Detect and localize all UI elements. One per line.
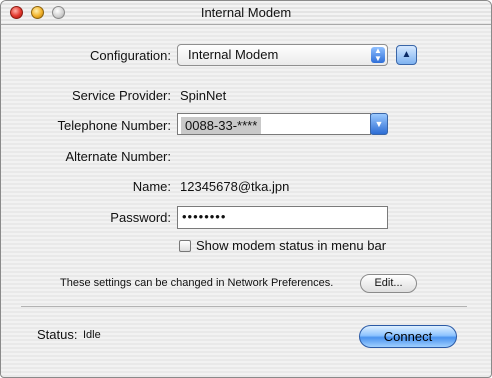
edit-button[interactable]: Edit... — [360, 274, 417, 293]
configuration-popup[interactable]: Internal Modem ▲ ▼ — [177, 44, 388, 66]
configuration-value: Internal Modem — [188, 47, 279, 62]
alternate-number-label: Alternate Number: — [65, 149, 172, 164]
disclosure-button[interactable]: ▲ — [396, 45, 417, 65]
window-title: Internal Modem — [200, 5, 292, 20]
show-status-label[interactable]: Show modem status in menu bar — [196, 238, 386, 253]
password-value: •••••••• — [182, 209, 227, 224]
connect-button[interactable]: Connect — [359, 325, 457, 348]
password-field[interactable]: •••••••• — [177, 206, 388, 229]
telephone-combo-button[interactable]: ▼ — [370, 113, 388, 135]
password-label: Password: — [110, 210, 171, 225]
triangle-up-icon: ▲ — [401, 49, 412, 60]
service-provider-label: Service Provider: — [72, 88, 171, 103]
service-provider-value: SpinNet — [180, 88, 227, 103]
status-value: Idle — [83, 329, 101, 341]
title-bar: Internal Modem — [1, 1, 491, 25]
status-label: Status: — [37, 327, 78, 342]
preferences-note: These settings can be changed in Network… — [60, 277, 334, 289]
modem-window: Internal Modem Configuration: Internal M… — [0, 0, 492, 378]
telephone-value: 0088-33-**** — [181, 117, 262, 134]
show-status-checkbox[interactable] — [179, 240, 191, 252]
up-down-arrows-icon: ▲ ▼ — [371, 47, 385, 63]
telephone-label: Telephone Number: — [57, 118, 171, 133]
name-value: 12345678@tka.jpn — [180, 179, 290, 194]
triangle-down-icon: ▼ — [374, 119, 384, 129]
telephone-combo-field[interactable]: 0088-33-**** — [177, 113, 371, 135]
separator — [21, 306, 467, 307]
configuration-label: Configuration: — [90, 48, 171, 63]
name-label: Name: — [132, 179, 171, 194]
